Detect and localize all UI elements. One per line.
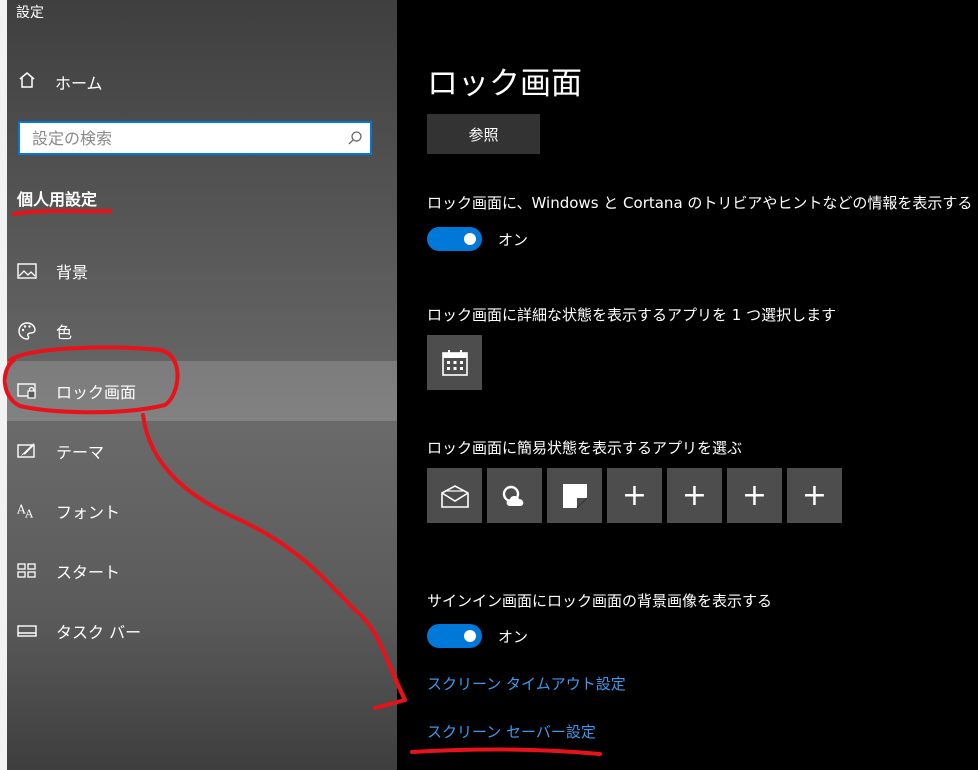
- fun-facts-toggle-row: オン: [427, 227, 528, 251]
- home-icon: [17, 70, 37, 94]
- quick-status-add-slot[interactable]: +: [607, 468, 662, 523]
- app-title: 設定: [16, 5, 44, 21]
- signin-background-toggle-row: オン: [427, 624, 528, 648]
- screen-timeout-link[interactable]: スクリーン タイムアウト設定: [427, 673, 626, 694]
- fun-facts-toggle[interactable]: [427, 227, 482, 251]
- theme-icon: [17, 441, 37, 461]
- page-title: ロック画面: [427, 66, 582, 102]
- sidebar-item-label: タスク バー: [56, 623, 142, 642]
- toggle-state: オン: [498, 230, 529, 249]
- sidebar-item-lock-screen[interactable]: ロック画面: [7, 361, 397, 421]
- palette-icon: [17, 321, 37, 341]
- quick-status-app-weather[interactable]: [487, 468, 542, 523]
- home-label: ホーム: [55, 74, 103, 93]
- toggle-state: オン: [498, 627, 529, 646]
- start-icon: [17, 561, 37, 581]
- toggle-knob: [464, 630, 476, 642]
- window-edge: [0, 0, 7, 770]
- sidebar-item-color[interactable]: 色: [7, 301, 397, 361]
- sidebar-item-label: スタート: [56, 563, 121, 582]
- taskbar-icon: [17, 621, 37, 641]
- lock-screen-icon: [17, 381, 37, 401]
- sticky-notes-icon: [562, 483, 587, 508]
- quick-status-add-slot[interactable]: +: [667, 468, 722, 523]
- search-icon[interactable]: [340, 130, 370, 146]
- quick-status-label: ロック画面に簡易状態を表示するアプリを選ぶ: [427, 439, 743, 457]
- main-content: ロック画面 参照 ロック画面に、Windows と Cortana のトリビアや…: [427, 0, 978, 770]
- sidebar-item-label: 背景: [56, 263, 89, 282]
- weather-icon: [502, 485, 523, 506]
- detailed-status-label: ロック画面に詳細な状態を表示するアプリを 1 つ選択します: [427, 306, 837, 324]
- sidebar-item-taskbar[interactable]: タスク バー: [7, 601, 397, 661]
- sidebar-item-theme[interactable]: テーマ: [7, 421, 397, 481]
- sidebar-item-background[interactable]: 背景: [7, 241, 397, 301]
- quick-status-add-slot[interactable]: +: [787, 468, 842, 523]
- sidebar-item-font[interactable]: AA フォント: [7, 481, 397, 541]
- svg-text:A: A: [24, 507, 33, 520]
- quick-status-add-slot[interactable]: +: [727, 468, 782, 523]
- sidebar-item-label: 色: [56, 323, 73, 342]
- sidebar-item-start[interactable]: スタート: [7, 541, 397, 601]
- sidebar-item-label: ロック画面: [56, 383, 137, 402]
- mail-icon: [440, 484, 469, 508]
- calendar-icon: [441, 349, 468, 376]
- search-input[interactable]: [20, 123, 340, 153]
- search-box[interactable]: [18, 121, 372, 155]
- sidebar-item-label: フォント: [56, 503, 121, 522]
- sidebar-nav: 背景 色 ロック画面 テーマ AA フォント スタート タスク バー: [7, 241, 397, 661]
- image-icon: [17, 261, 37, 281]
- toggle-knob: [464, 233, 476, 245]
- quick-status-app-mail[interactable]: [427, 468, 482, 523]
- browse-button[interactable]: 参照: [427, 114, 540, 154]
- detailed-status-app-tile[interactable]: [427, 335, 482, 390]
- quick-status-app-sticky-notes[interactable]: [547, 468, 602, 523]
- signin-background-toggle[interactable]: [427, 624, 482, 648]
- section-title: 個人用設定: [17, 190, 98, 209]
- sidebar: 設定 ホーム 個人用設定 背景 色 ロック画面: [7, 0, 397, 770]
- fun-facts-label: ロック画面に、Windows と Cortana のトリビアやヒントなどの情報を…: [427, 194, 973, 212]
- signin-background-label: サインイン画面にロック画面の背景画像を表示する: [427, 592, 773, 610]
- sidebar-item-label: テーマ: [56, 443, 105, 462]
- home-nav-item[interactable]: ホーム: [17, 68, 103, 96]
- font-icon: AA: [17, 501, 37, 521]
- screen-saver-link[interactable]: スクリーン セーバー設定: [427, 721, 596, 742]
